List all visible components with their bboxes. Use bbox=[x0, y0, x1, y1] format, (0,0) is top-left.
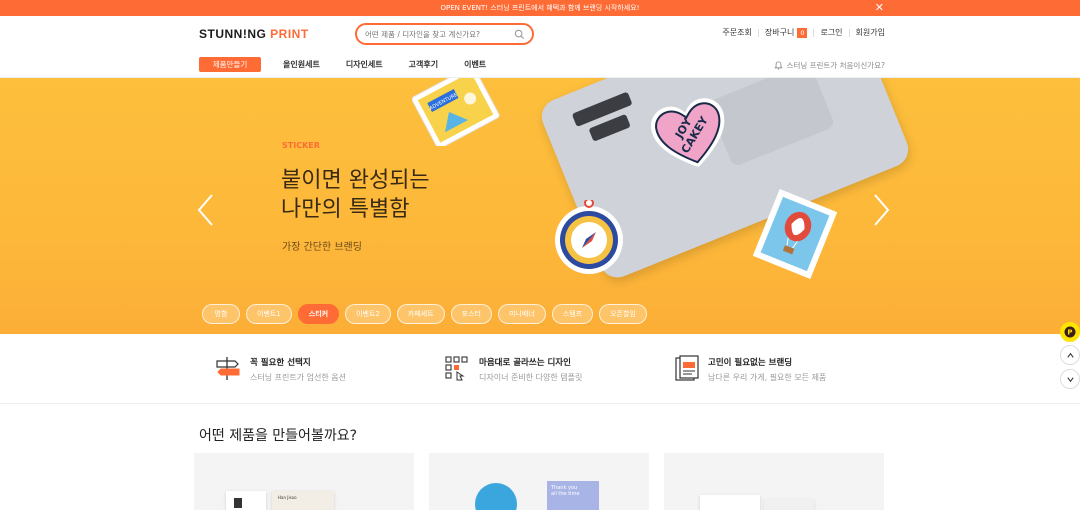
nav-item-reviews[interactable]: 고객후기 bbox=[409, 59, 438, 70]
cart-label: 장바구니 bbox=[764, 28, 795, 37]
chevron-down-icon bbox=[1066, 376, 1074, 382]
cart-count-badge: 0 bbox=[797, 28, 808, 38]
adventure-postcard-sticker: ADVENTURE bbox=[412, 78, 500, 146]
pill-mini-banner[interactable]: 미니배너 bbox=[497, 304, 546, 324]
cart-link[interactable]: 장바구니 0 bbox=[765, 27, 808, 38]
feature-title: 고민이 필요없는 브랜딩 bbox=[708, 358, 793, 368]
promo-bar: OPEN EVENT! 스터닝 프린트에서 혜택과 함께 브랜딩 시작하세요! … bbox=[0, 0, 1080, 16]
pill-poster[interactable]: 포스터 bbox=[450, 304, 492, 324]
signpost-icon bbox=[216, 357, 240, 380]
logo[interactable]: STUNN!NG PRINT bbox=[199, 27, 309, 41]
first-time-help[interactable]: 스터닝 프린트가 처음이신가요? bbox=[773, 60, 885, 71]
product-card[interactable]: Han Jisoo bbox=[194, 453, 414, 510]
main-nav: 제품만들기 올인원세트 디자인세트 고객후기 이벤트 스터닝 프린트가 처음이신… bbox=[0, 52, 1080, 78]
banner-subtitle: 가장 간단한 브랜딩 bbox=[282, 242, 362, 253]
balloon-stamp-sticker bbox=[752, 189, 838, 279]
feature-desc: 남다른 우리 가게, 필요한 모든 제품 bbox=[708, 373, 827, 382]
order-lookup-link[interactable]: 주문조회 bbox=[722, 27, 751, 38]
kakao-chat-button[interactable]: P bbox=[1060, 322, 1080, 342]
help-text: 스터닝 프린트가 처음이신가요? bbox=[786, 61, 885, 70]
feature-desc: 디자이너 준비한 다양한 템플릿 bbox=[479, 373, 583, 382]
nav-item-designset[interactable]: 디자인세트 bbox=[346, 59, 383, 70]
banner-eyebrow: STICKER bbox=[282, 141, 320, 150]
divider bbox=[848, 28, 850, 37]
section-title: 어떤 제품을 만들어볼까요? bbox=[199, 428, 358, 444]
feature-title: 꼭 필요한 선택지 bbox=[250, 358, 311, 368]
search-box[interactable] bbox=[355, 23, 534, 45]
util-menu: 주문조회 장바구니 0 로그인 회원가입 bbox=[722, 27, 885, 38]
nav-item-events[interactable]: 이벤트 bbox=[464, 59, 486, 70]
pill-business-card[interactable]: 명함 bbox=[202, 304, 240, 324]
pill-stamp[interactable]: 스탬프 bbox=[551, 304, 594, 324]
kakao-icon: P bbox=[1064, 326, 1076, 338]
divider bbox=[757, 28, 759, 37]
headline-line1: 붙이면 완성되는 bbox=[281, 168, 430, 193]
close-icon[interactable]: ✕ bbox=[875, 1, 884, 15]
hero-banner: ADVENTURE JOY CAKEY STICKER 붙이면 완성되는 나만의… bbox=[0, 78, 1080, 334]
search-icon[interactable] bbox=[514, 29, 525, 40]
card-name-text: Han Jisoo bbox=[278, 495, 297, 500]
signup-link[interactable]: 회원가입 bbox=[856, 27, 885, 38]
promo-text: OPEN EVENT! 스터닝 프린트에서 혜택과 함께 브랜딩 시작하세요! bbox=[440, 4, 640, 12]
feature-item: 고민이 필요없는 브랜딩 남다른 우리 가게, 필요한 모든 제품 bbox=[672, 354, 826, 383]
product-card[interactable] bbox=[664, 453, 884, 510]
nav-items: 올인원세트 디자인세트 고객후기 이벤트 bbox=[283, 59, 512, 70]
feature-strip: 꼭 필요한 선택지 스터닝 프린트가 엄선한 옵션 마음대로 골라쓰는 디자인 … bbox=[0, 334, 1080, 404]
pill-sticker[interactable]: 스티커 bbox=[297, 304, 340, 324]
design-grid-icon bbox=[445, 356, 468, 381]
feature-item: 꼭 필요한 선택지 스터닝 프린트가 엄선한 옵션 bbox=[214, 354, 346, 383]
pill-cafe-set[interactable]: 카페세트 bbox=[396, 304, 445, 324]
divider bbox=[813, 28, 815, 37]
scroll-up-button[interactable] bbox=[1060, 345, 1080, 365]
category-pills: 명함 이벤트1 스티커 이벤트2 카페세트 포스터 미니배너 스탬프 오픈할임 bbox=[202, 304, 647, 324]
header: STUNN!NG PRINT 주문조회 장바구니0 로그인 회원가입 bbox=[0, 16, 1080, 52]
chevron-up-icon bbox=[1066, 352, 1074, 358]
product-card[interactable]: Thank you all the time bbox=[429, 453, 649, 510]
svg-text:P: P bbox=[1067, 329, 1072, 337]
make-product-button[interactable]: 제품만들기 bbox=[199, 57, 261, 72]
branding-doc-icon bbox=[675, 355, 699, 381]
chevron-left-icon[interactable] bbox=[196, 193, 216, 227]
chevron-right-icon[interactable] bbox=[871, 193, 891, 227]
logo-part2: PRINT bbox=[270, 27, 309, 41]
card-text-2: all the time bbox=[551, 491, 580, 497]
joy-cakey-heart-sticker: JOY CAKEY bbox=[651, 98, 725, 168]
headline-line2: 나만의 특별함 bbox=[281, 197, 410, 222]
feature-desc: 스터닝 프린트가 엄선한 옵션 bbox=[250, 373, 346, 382]
logo-part1: STUNN!NG bbox=[199, 27, 267, 41]
scroll-down-button[interactable] bbox=[1060, 369, 1080, 389]
compass-sticker bbox=[555, 200, 623, 274]
nav-item-allinone[interactable]: 올인원세트 bbox=[283, 59, 320, 70]
banner-headline: 붙이면 완성되는 나만의 특별함 bbox=[281, 166, 430, 224]
login-link[interactable]: 로그인 bbox=[820, 27, 842, 38]
pill-open-sale[interactable]: 오픈할임 bbox=[599, 304, 647, 324]
search-input[interactable] bbox=[365, 29, 515, 39]
pill-event1[interactable]: 이벤트1 bbox=[246, 304, 292, 324]
bell-icon bbox=[773, 61, 783, 70]
feature-item: 마음대로 골라쓰는 디자인 디자이너 준비한 다양한 템플릿 bbox=[443, 354, 582, 383]
pill-event2[interactable]: 이벤트2 bbox=[345, 304, 391, 324]
feature-title: 마음대로 골라쓰는 디자인 bbox=[479, 358, 571, 368]
